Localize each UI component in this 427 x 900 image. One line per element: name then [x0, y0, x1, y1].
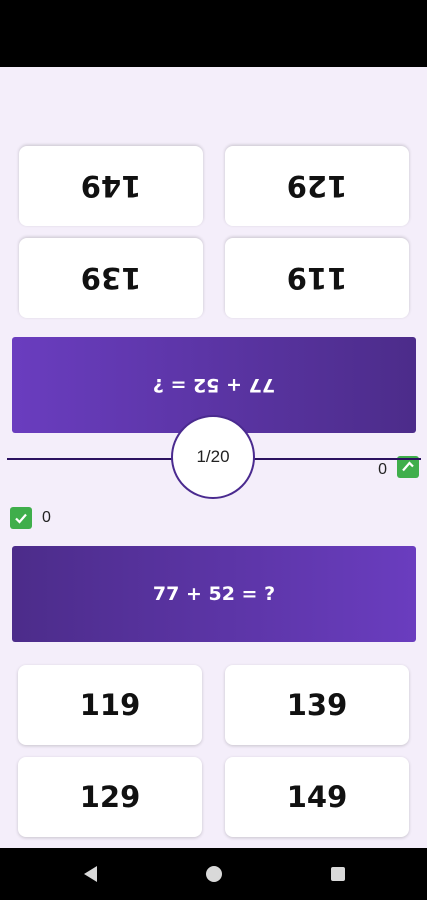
- top-answer-button-2[interactable]: 119: [225, 238, 409, 318]
- top-answer-button-3[interactable]: 149: [19, 146, 203, 226]
- top-answer-button-4[interactable]: 129: [225, 146, 409, 226]
- status-bar: [0, 0, 427, 67]
- recents-icon: [331, 867, 345, 881]
- home-icon: [206, 866, 222, 882]
- top-player-area: 139 119 149 129 77 + 52 = ? 0: [0, 67, 427, 478]
- progress-indicator: 1/20: [171, 415, 255, 499]
- bottom-score: 0: [10, 507, 51, 529]
- bottom-answer-button-3[interactable]: 129: [18, 757, 202, 837]
- navigation-bar: [0, 848, 427, 900]
- top-answer-button-1[interactable]: 139: [19, 238, 203, 318]
- bottom-question-card: 77 + 52 = ?: [12, 546, 416, 642]
- check-icon: [10, 507, 32, 529]
- bottom-answer-button-2[interactable]: 139: [225, 665, 409, 745]
- home-button[interactable]: [196, 848, 232, 900]
- bottom-question-text: 77 + 52 = ?: [152, 583, 276, 605]
- bottom-score-value: 0: [42, 509, 51, 526]
- bottom-answer-button-4[interactable]: 149: [225, 757, 409, 837]
- bottom-player-area: 0 77 + 52 = ? 119 139 129 149: [0, 500, 427, 848]
- progress-text: 1/20: [196, 447, 230, 466]
- back-button[interactable]: [72, 848, 108, 900]
- top-score-value: 0: [378, 459, 387, 476]
- recents-button[interactable]: [320, 848, 356, 900]
- top-question-text: 77 + 52 = ?: [152, 374, 276, 396]
- bottom-answer-button-1[interactable]: 119: [18, 665, 202, 745]
- back-icon: [83, 866, 97, 882]
